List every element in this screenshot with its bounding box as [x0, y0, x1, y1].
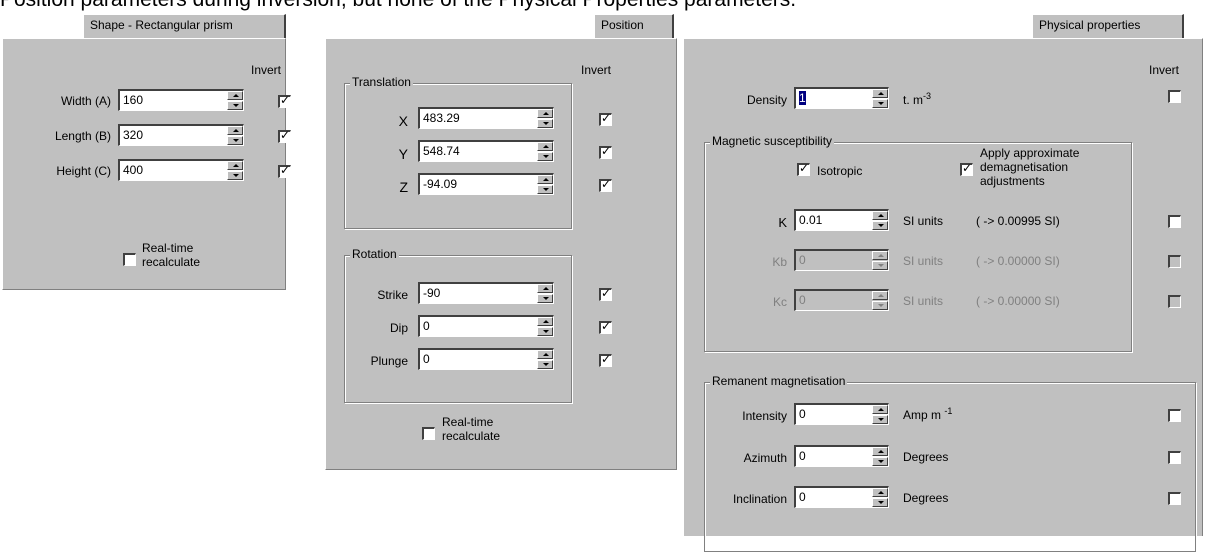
rotation-group-label: Rotation [350, 247, 399, 261]
azimuth-input[interactable]: 0 [794, 445, 889, 467]
strike-label: Strike [377, 288, 408, 302]
azimuth-label: Azimuth [743, 451, 787, 465]
y-spinner[interactable] [537, 142, 553, 161]
physical-panel: Invert Density 1 t. m-3 Magnetic suscept… [683, 38, 1203, 552]
invert-header: Invert [1149, 63, 1180, 77]
plunge-invert-checkbox[interactable] [599, 352, 612, 367]
width-invert-checkbox[interactable] [278, 93, 291, 108]
kc-calc: ( -> 0.00000 SI) [976, 294, 1060, 308]
realtime-label-shape: Real-time recalculate [142, 241, 201, 269]
density-invert-checkbox[interactable] [1168, 90, 1181, 103]
height-invert-checkbox[interactable] [278, 163, 291, 178]
strike-invert-checkbox[interactable] [599, 286, 612, 301]
azimuth-unit: Degrees [903, 450, 949, 464]
intensity-unit: Amp m -1 [903, 406, 953, 422]
length-label: Length (B) [54, 129, 111, 143]
demag-checkbox[interactable] [960, 161, 973, 176]
plunge-spinner[interactable] [537, 350, 553, 369]
kb-spinner[interactable] [872, 251, 888, 270]
width-input[interactable]: 160 [118, 89, 244, 111]
inclination-spinner[interactable] [872, 488, 888, 507]
height-input[interactable]: 400 [118, 159, 244, 181]
caption-text: Position parameters during inversion, bu… [0, 0, 796, 12]
width-spinner[interactable] [227, 91, 243, 110]
realtime-label-position: Real-time recalculate [442, 415, 501, 443]
strike-input[interactable]: -90 [418, 282, 554, 304]
x-label: X [398, 113, 408, 129]
y-invert-checkbox[interactable] [599, 144, 612, 159]
dip-label: Dip [389, 321, 408, 335]
intensity-label: Intensity [742, 409, 787, 423]
kc-label: Kc [772, 295, 787, 309]
kb-invert-checkbox[interactable] [1168, 255, 1181, 268]
realtime-checkbox-shape[interactable] [123, 253, 136, 266]
plunge-label: Plunge [370, 354, 408, 368]
realtime-checkbox-position[interactable] [422, 427, 435, 440]
inclination-label: Inclination [732, 492, 787, 506]
kc-invert-checkbox[interactable] [1168, 295, 1181, 308]
kb-input[interactable]: 0 [794, 249, 889, 271]
length-invert-checkbox[interactable] [278, 128, 291, 143]
inclination-unit: Degrees [903, 491, 949, 505]
tab-shape[interactable]: Shape - Rectangular prism [83, 14, 286, 38]
inclination-invert-checkbox[interactable] [1168, 492, 1181, 505]
height-label: Height (C) [56, 164, 111, 178]
height-spinner[interactable] [227, 161, 243, 180]
position-panel: Invert Translation X 483.29 Y 548.74 Z -… [325, 38, 677, 470]
density-spinner[interactable] [872, 89, 888, 108]
inclination-input[interactable]: 0 [794, 486, 889, 508]
invert-header: Invert [251, 63, 282, 77]
susceptibility-group-label: Magnetic susceptibility [710, 134, 835, 148]
k-calc: ( -> 0.00995 SI) [976, 214, 1060, 228]
dip-input[interactable]: 0 [418, 315, 554, 337]
tab-physical-label: Physical properties [1039, 18, 1141, 32]
y-input[interactable]: 548.74 [418, 140, 554, 162]
tab-physical-properties[interactable]: Physical properties [1032, 14, 1184, 38]
intensity-spinner[interactable] [872, 405, 888, 424]
strike-spinner[interactable] [537, 284, 553, 303]
density-input[interactable]: 1 [794, 87, 889, 109]
azimuth-invert-checkbox[interactable] [1168, 451, 1181, 464]
invert-header: Invert [581, 63, 612, 77]
z-invert-checkbox[interactable] [599, 177, 612, 192]
x-input[interactable]: 483.29 [418, 107, 554, 129]
kb-label: Kb [772, 255, 787, 269]
length-input[interactable]: 320 [118, 124, 244, 146]
tab-shape-label: Shape - Rectangular prism [90, 18, 233, 32]
intensity-input[interactable]: 0 [794, 403, 889, 425]
k-input[interactable]: 0.01 [794, 209, 889, 231]
k-invert-checkbox[interactable] [1168, 215, 1181, 228]
azimuth-spinner[interactable] [872, 447, 888, 466]
remanent-group-label: Remanent magnetisation [710, 374, 848, 388]
demag-label: Apply approximate demagnetisation adjust… [980, 146, 1080, 188]
kb-unit: SI units [903, 254, 944, 268]
isotropic-label: Isotropic [817, 164, 863, 178]
x-spinner[interactable] [537, 109, 553, 128]
length-spinner[interactable] [227, 126, 243, 145]
k-label: K [778, 215, 787, 230]
kb-calc: ( -> 0.00000 SI) [976, 254, 1060, 268]
y-label: Y [398, 146, 408, 162]
z-input[interactable]: -94.09 [418, 173, 554, 195]
intensity-invert-checkbox[interactable] [1168, 409, 1181, 422]
dip-spinner[interactable] [537, 317, 553, 336]
x-invert-checkbox[interactable] [599, 111, 612, 126]
shape-panel: Invert Width (A) 160 Length (B) 320 Heig… [2, 38, 291, 290]
density-label: Density [746, 93, 787, 107]
kc-input[interactable]: 0 [794, 289, 889, 311]
tab-position[interactable]: Position [594, 14, 674, 38]
width-label: Width (A) [60, 94, 111, 108]
kc-spinner[interactable] [872, 291, 888, 310]
translation-group-label: Translation [350, 75, 413, 89]
k-spinner[interactable] [872, 211, 888, 230]
kc-unit: SI units [903, 294, 944, 308]
dip-invert-checkbox[interactable] [599, 319, 612, 334]
tab-position-label: Position [601, 18, 644, 32]
z-spinner[interactable] [537, 175, 553, 194]
density-unit: t. m-3 [903, 91, 932, 107]
isotropic-checkbox[interactable] [797, 161, 810, 176]
k-unit: SI units [903, 214, 944, 228]
plunge-input[interactable]: 0 [418, 348, 554, 370]
z-label: Z [399, 179, 408, 195]
